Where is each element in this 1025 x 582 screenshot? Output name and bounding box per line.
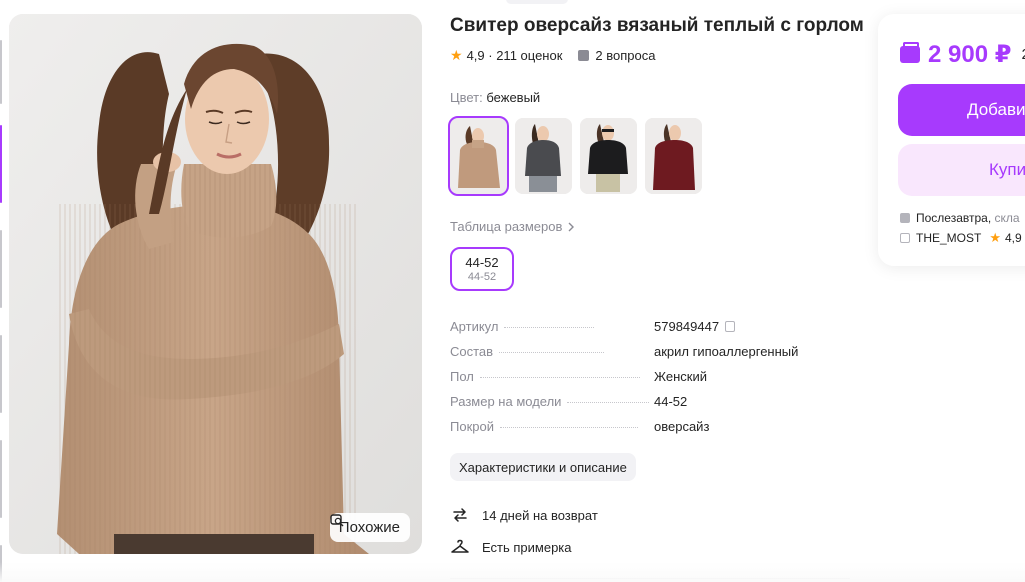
param-value-wrap: 579849447 <box>654 319 736 334</box>
param-row-composition: Состав акрил гипоаллергенный <box>450 344 850 369</box>
seller-info[interactable]: THE_MOST ★ 4,9 <box>900 230 1022 246</box>
delivery-when: Послезавтра, <box>916 211 992 225</box>
param-value: 44-52 <box>654 394 688 409</box>
param-key: Пол <box>450 369 474 384</box>
color-swatch-black[interactable] <box>580 118 637 194</box>
gallery-thumb-3[interactable] <box>0 230 2 308</box>
add-to-cart-button[interactable]: Добави <box>898 84 1025 136</box>
swatch-burgundy-image <box>645 118 702 194</box>
swatch-beige-image <box>450 118 507 194</box>
product-photo[interactable]: Похожие <box>9 14 422 554</box>
rating-separator: · <box>484 48 497 63</box>
delivery-info: Послезавтра, скла <box>900 211 1020 225</box>
seller-rating: 4,9 <box>1005 231 1022 245</box>
param-dots <box>479 377 640 378</box>
param-dots <box>567 402 650 403</box>
buy-now-button[interactable]: Купи <box>898 144 1025 196</box>
swatch-graphite-image <box>515 118 572 194</box>
gallery-thumb-6[interactable] <box>0 545 2 582</box>
return-arrows-icon <box>453 508 467 522</box>
size-table-label: Таблица размеров <box>450 219 563 234</box>
param-value: акрил гипоаллергенный <box>654 344 799 359</box>
reviews-count[interactable]: 211 оценок <box>496 48 562 63</box>
article-value[interactable]: 579849447 <box>654 319 719 334</box>
gallery-thumb-4[interactable] <box>0 335 2 413</box>
param-value: Женский <box>654 369 707 384</box>
color-swatch-graphite[interactable] <box>515 118 572 194</box>
gallery-thumb-2[interactable] <box>0 125 2 203</box>
param-key: Артикул <box>450 319 499 334</box>
perk-return-label: 14 дней на возврат <box>482 507 598 523</box>
wallet-icon <box>900 42 920 63</box>
similar-label: Похожие <box>338 519 400 536</box>
questions-count[interactable]: 2 вопроса <box>595 48 655 63</box>
price-block: 2 900 ₽ 2 <box>900 40 1025 69</box>
bottom-fade <box>0 562 1025 582</box>
color-label-text: Цвет: <box>450 90 483 105</box>
perk-fitting[interactable]: Есть примерка <box>450 537 572 557</box>
product-meta: ★ 4,9 · 211 оценок 2 вопроса <box>450 47 655 64</box>
param-value: оверсайз <box>654 419 710 434</box>
param-row-gender: Пол Женский <box>450 369 850 394</box>
param-row-cut: Покрой оверсайз <box>450 419 850 444</box>
color-label: Цвет: бежевый <box>450 90 540 105</box>
seller-name[interactable]: THE_MOST <box>916 231 981 245</box>
buy-card: 2 900 ₽ 2 Добави Купи Послезавтра, скла … <box>878 14 1025 266</box>
color-swatch-burgundy[interactable] <box>645 118 702 194</box>
size-option-sub: 44-52 <box>467 271 497 283</box>
product-photo-illustration <box>9 14 422 554</box>
gallery-thumbnail-strip[interactable] <box>0 0 4 582</box>
shop-icon <box>900 233 910 243</box>
similar-search-icon <box>330 514 344 527</box>
gallery-thumb-1[interactable] <box>0 40 2 104</box>
param-dots <box>504 327 595 328</box>
param-row-model-size: Размер на модели 44-52 <box>450 394 850 419</box>
size-option-main: 44-52 <box>465 255 499 270</box>
gallery-thumb-5[interactable] <box>0 440 2 518</box>
color-value: бежевый <box>486 90 541 105</box>
color-swatch-beige[interactable] <box>448 116 509 196</box>
characteristics-button[interactable]: Характеристики и описание <box>450 453 636 481</box>
old-price: 2 <box>1021 46 1025 63</box>
chevron-right-icon <box>568 222 575 231</box>
param-key: Состав <box>450 344 494 359</box>
perk-return[interactable]: 14 дней на возврат <box>450 505 598 525</box>
rating-value[interactable]: 4,9 <box>467 48 485 63</box>
param-key: Размер на модели <box>450 394 562 409</box>
size-table-link[interactable]: Таблица размеров <box>450 219 575 234</box>
size-option-44-52[interactable]: 44-52 44-52 <box>450 247 514 291</box>
perk-fitting-label: Есть примерка <box>482 539 572 555</box>
seller-star-icon: ★ <box>989 230 1001 245</box>
section-divider <box>450 578 850 579</box>
product-params: Артикул 579849447 Состав акрил гипоаллер… <box>450 319 850 444</box>
param-dots <box>499 427 638 428</box>
param-dots <box>499 352 605 353</box>
copy-icon[interactable] <box>725 321 736 332</box>
param-key: Покрой <box>450 419 494 434</box>
rating-star-icon: ★ <box>450 47 463 63</box>
param-row-article: Артикул 579849447 <box>450 319 850 344</box>
questions-icon <box>578 50 590 61</box>
box-icon <box>900 213 910 223</box>
color-swatches <box>448 116 702 196</box>
top-tab-fragment <box>506 0 568 4</box>
product-title: Свитер оверсайз вязаный теплый с горлом <box>450 15 864 36</box>
delivery-where: скла <box>994 211 1020 225</box>
price-value: 2 900 ₽ <box>928 41 1012 68</box>
similar-button[interactable]: Похожие <box>329 513 410 542</box>
swatch-black-image <box>580 118 637 194</box>
hanger-icon <box>451 539 469 553</box>
